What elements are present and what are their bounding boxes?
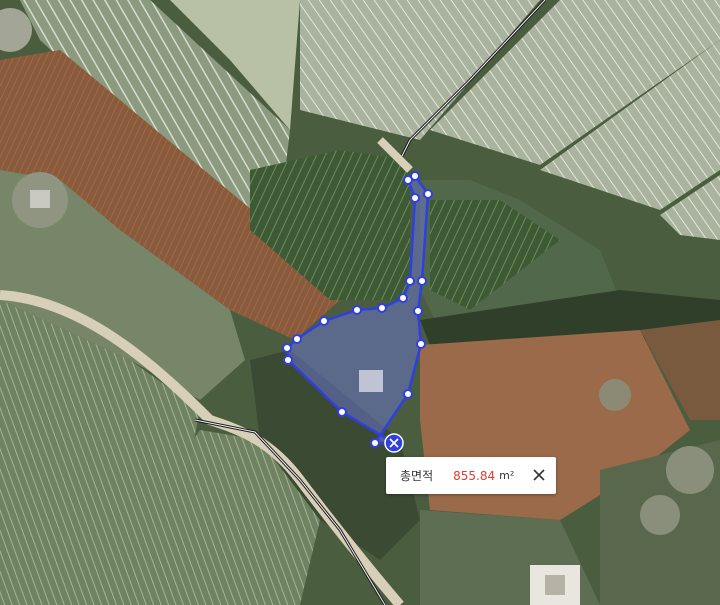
vertex-handle-icon xyxy=(283,355,293,365)
total-area-value: 855.84 xyxy=(453,468,496,483)
vertex-handle-icon xyxy=(377,303,387,313)
vertex-handle-icon xyxy=(423,189,433,199)
close-icon[interactable] xyxy=(530,466,548,484)
vertex-handle-icon xyxy=(405,276,415,286)
vertex-handle-icon xyxy=(398,293,408,303)
vertex-handle-icon xyxy=(416,339,426,349)
vertex-handle-icon xyxy=(370,438,380,448)
vertex-handle-icon xyxy=(410,171,420,181)
vertex-handle-icon xyxy=(292,334,302,344)
vertex-handle-icon xyxy=(282,343,292,353)
vertex-handle-icon xyxy=(352,305,362,315)
vertex-handle-icon xyxy=(410,193,420,203)
total-area-unit: m² xyxy=(499,469,515,482)
vertex-handle-icon xyxy=(403,389,413,399)
vertex-handle-icon xyxy=(319,316,329,326)
area-measurement-popup: 총면적 855.84 m² xyxy=(386,457,556,494)
vertex-handle-icon xyxy=(413,306,423,316)
delete-polygon-icon[interactable] xyxy=(384,433,404,453)
vertex-handle-icon xyxy=(417,276,427,286)
vertex-handle-icon xyxy=(337,407,347,417)
satellite-map[interactable] xyxy=(0,0,720,605)
total-area-label: 총면적 xyxy=(400,469,434,483)
